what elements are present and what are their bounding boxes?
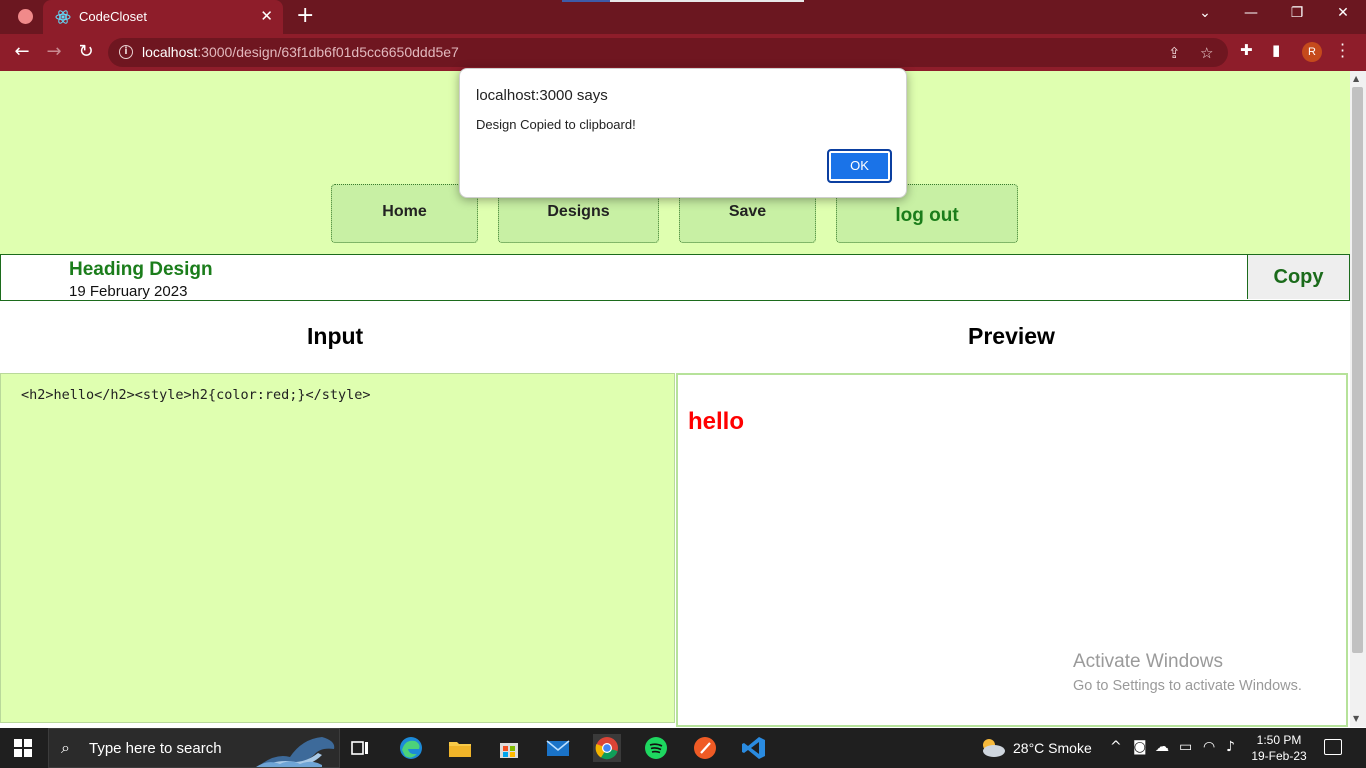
browser-tab[interactable]: CodeCloset ✕ xyxy=(43,0,283,34)
watermark-subtitle: Go to Settings to activate Windows. xyxy=(1073,678,1302,694)
reload-icon[interactable]: ↻ xyxy=(75,41,97,63)
design-date: 19 February 2023 xyxy=(69,283,188,300)
spotify-icon[interactable] xyxy=(642,734,670,762)
windows-start-icon[interactable] xyxy=(14,739,32,757)
react-favicon-icon xyxy=(55,10,71,24)
volume-icon[interactable]: ♪ xyxy=(1226,739,1235,755)
close-window-icon[interactable]: ✕ xyxy=(1333,5,1353,21)
clock-time: 1:50 PM xyxy=(1256,733,1302,747)
url-host: localhost xyxy=(142,44,198,60)
postman-icon[interactable] xyxy=(691,734,719,762)
notification-center-icon[interactable] xyxy=(1324,739,1342,755)
weather-cloud-sun-icon[interactable] xyxy=(980,736,1006,760)
nav-home-label: Home xyxy=(382,203,427,220)
windows-taskbar: ⌕ Type here to search 28°C Smoke ^ ◙ ☁ ▭… xyxy=(0,728,1366,768)
new-tab-button[interactable]: + xyxy=(296,5,314,27)
nav-save-label: Save xyxy=(728,203,767,220)
chrome-icon[interactable] xyxy=(593,734,621,762)
url-path: :3000/design/63f1db6f01d5cc6650ddd5e7 xyxy=(197,44,459,60)
watermark-title: Activate Windows xyxy=(1073,651,1223,672)
search-placeholder: Type here to search xyxy=(89,740,222,757)
meet-now-icon[interactable]: ◙ xyxy=(1133,739,1147,755)
page-scrollbar[interactable]: ▲ ▼ xyxy=(1350,71,1366,727)
search-icon: ⌕ xyxy=(61,738,70,757)
battery-icon[interactable]: ▭ xyxy=(1179,739,1192,755)
clock-date: 19-Feb-23 xyxy=(1251,749,1307,763)
address-bar[interactable]: i localhost:3000/design/63f1db6f01d5cc66… xyxy=(108,38,1228,67)
code-input-textarea[interactable]: <h2>hello</h2><style>h2{color:red;}</sty… xyxy=(0,373,675,723)
mail-icon[interactable] xyxy=(544,734,572,762)
scroll-down-arrow-icon[interactable]: ▼ xyxy=(1353,714,1359,723)
tab-search-icon[interactable] xyxy=(18,9,33,24)
tab-close-icon[interactable]: ✕ xyxy=(260,7,273,25)
wifi-icon[interactable]: ◠ xyxy=(1203,739,1215,755)
share-icon[interactable]: ⇪ xyxy=(1168,44,1181,62)
store-icon[interactable] xyxy=(495,734,523,762)
vscode-icon[interactable] xyxy=(740,734,768,762)
preview-heading-text: hello xyxy=(688,408,745,435)
search-highlight-whale-icon[interactable] xyxy=(256,731,340,767)
alert-dialog: localhost:3000 says Design Copied to cli… xyxy=(459,68,907,198)
nav-designs-label: Designs xyxy=(547,203,610,220)
onedrive-cloud-icon[interactable]: ☁ xyxy=(1155,739,1169,755)
side-panel-icon[interactable]: ▮ xyxy=(1272,41,1280,59)
bookmark-star-icon[interactable]: ☆ xyxy=(1200,44,1213,62)
copy-button[interactable]: Copy xyxy=(1247,255,1349,299)
site-info-icon[interactable]: i xyxy=(119,45,133,59)
tab-strip-indicator xyxy=(562,0,804,2)
input-heading: Input xyxy=(307,323,364,349)
preview-heading: Preview xyxy=(968,323,1055,349)
browser-tab-bar: CodeCloset ✕ + ⌄ — ❐ ✕ xyxy=(0,0,1366,34)
url-text[interactable]: localhost:3000/design/63f1db6f01d5cc6650… xyxy=(142,44,459,60)
dialog-ok-button[interactable]: OK xyxy=(827,149,892,183)
weather-text[interactable]: 28°C Smoke xyxy=(1013,740,1092,756)
extensions-icon[interactable]: ✚ xyxy=(1240,41,1253,59)
nav-logout-label: log out xyxy=(895,205,959,226)
tab-search-chevron-icon[interactable]: ⌄ xyxy=(1195,5,1215,21)
back-icon[interactable]: ← xyxy=(11,41,33,63)
task-view-icon[interactable] xyxy=(346,734,374,762)
edge-icon[interactable] xyxy=(397,734,425,762)
show-hidden-icons-chevron-icon[interactable]: ^ xyxy=(1110,739,1122,755)
code-input-text: <h2>hello</h2><style>h2{color:red;}</sty… xyxy=(21,387,371,403)
activate-windows-watermark: Activate Windows Go to Settings to activ… xyxy=(1073,651,1302,694)
taskbar-clock[interactable]: 1:50 PM 19-Feb-23 xyxy=(1250,732,1308,764)
minimize-icon[interactable]: — xyxy=(1241,5,1261,21)
design-title: Heading Design xyxy=(69,259,213,280)
profile-avatar[interactable]: R xyxy=(1302,42,1322,62)
tab-title: CodeCloset xyxy=(79,9,147,24)
design-info-bar: Heading Design 19 February 2023 Copy xyxy=(0,254,1350,301)
browser-menu-icon[interactable]: · · · xyxy=(1340,37,1346,65)
browser-toolbar: ← → ↻ i localhost:3000/design/63f1db6f01… xyxy=(0,34,1366,71)
scrollbar-thumb[interactable] xyxy=(1352,87,1363,653)
scroll-up-arrow-icon[interactable]: ▲ xyxy=(1353,74,1359,83)
restore-icon[interactable]: ❐ xyxy=(1287,5,1307,21)
dialog-origin: localhost:3000 says xyxy=(476,87,608,104)
file-explorer-icon[interactable] xyxy=(446,734,474,762)
nav-home-button[interactable]: Home xyxy=(331,184,478,243)
forward-icon[interactable]: → xyxy=(43,41,65,63)
dialog-message: Design Copied to clipboard! xyxy=(476,117,636,132)
